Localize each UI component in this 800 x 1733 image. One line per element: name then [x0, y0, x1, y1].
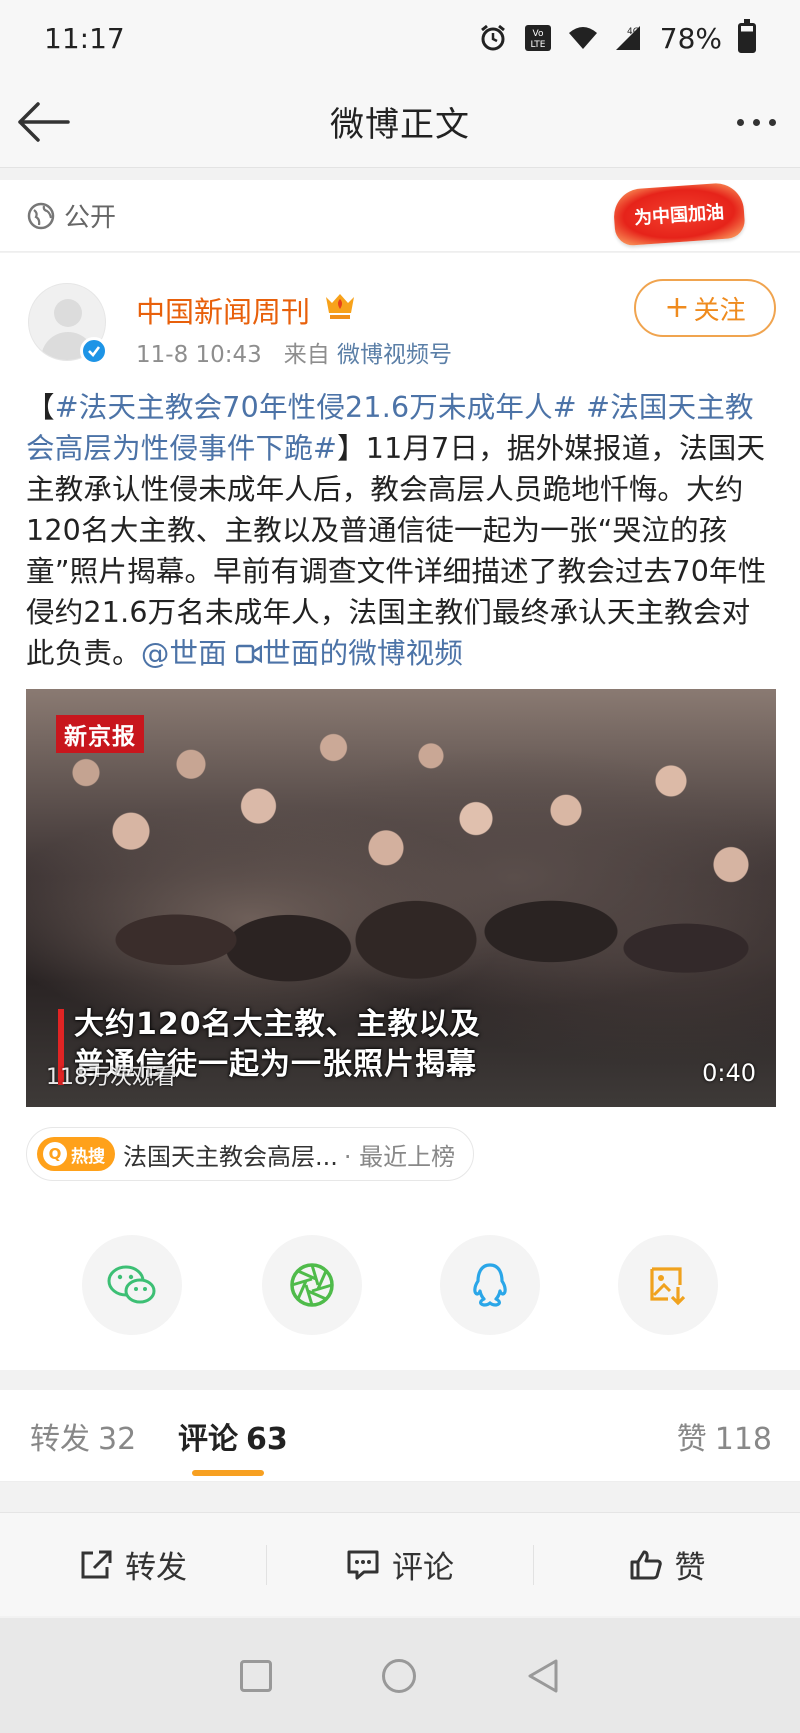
system-nav-bar	[0, 1618, 800, 1733]
share-row	[0, 1235, 800, 1335]
wifi-icon	[568, 25, 598, 51]
video-duration: 0:40	[702, 1059, 756, 1087]
hot-search-badge-label: 热搜	[71, 1146, 105, 1167]
author-name[interactable]: 中国新闻周刊	[136, 289, 310, 331]
video-player[interactable]: 新京报 大约120名大主教、主教以及 普通信徒一起为一张照片揭幕 118万次观看…	[26, 689, 776, 1107]
repost-label: 转发	[125, 1550, 187, 1586]
like-button[interactable]: 赞	[533, 1544, 800, 1586]
tab-repost-count: 32	[98, 1422, 137, 1457]
post-date: 11-8 10:43	[136, 342, 262, 368]
save-image-icon	[650, 1267, 686, 1306]
back-button[interactable]	[16, 96, 76, 148]
source-prefix: 来自	[283, 342, 330, 368]
bottom-action-bar: 转发 评论 赞	[0, 1512, 800, 1616]
campaign-badge[interactable]: 为中国加油	[612, 181, 746, 247]
like-label: 赞	[674, 1550, 706, 1586]
mention-link[interactable]: @世面	[141, 637, 227, 670]
video-watermark: 新京报	[56, 715, 144, 753]
wechat-icon	[107, 1265, 156, 1304]
comment-button[interactable]: 评论	[266, 1544, 533, 1586]
signal-icon: 4G	[614, 24, 644, 52]
video-link-label: 世面的微博视频	[262, 637, 464, 670]
home-icon[interactable]	[382, 1658, 416, 1693]
campaign-badge-text: 为中国加油	[633, 201, 725, 230]
battery-icon	[738, 19, 756, 53]
search-icon: Q	[43, 1142, 67, 1166]
share-moments-button[interactable]	[262, 1235, 362, 1335]
visibility-row: 公开 为中国加油	[0, 180, 800, 252]
status-time: 11:17	[44, 21, 125, 55]
recents-icon[interactable]	[240, 1659, 272, 1692]
repost-icon	[81, 1550, 112, 1578]
svg-text:LTE: LTE	[530, 40, 545, 50]
plus-icon: +	[664, 290, 690, 325]
post-body-text: 】11月7日，据外媒报道，法国天主教承认性侵未成年人后，教会高层人员跪地忏悔。大…	[26, 432, 767, 670]
top-app-bar: 微博正文	[0, 76, 800, 168]
page-title: 微博正文	[330, 105, 470, 145]
tab-comments-label: 评论	[178, 1422, 238, 1457]
hot-search-text: 法国天主教会高层...	[123, 1142, 338, 1171]
repost-button[interactable]: 转发	[0, 1545, 266, 1586]
comment-label: 评论	[392, 1550, 454, 1586]
bracket-open: 【	[26, 391, 55, 424]
tab-likes-count: 118	[714, 1422, 772, 1457]
verified-icon	[80, 337, 108, 365]
comment-icon	[347, 1550, 379, 1579]
video-link[interactable]: 世面的微博视频	[235, 637, 464, 670]
globe-icon	[27, 202, 55, 229]
status-bar: 11:17 Vo LTE 4G 78%	[0, 0, 800, 76]
post-body: 【#法天主教会70年性侵21.6万未成年人# #法国天主教会高层为性侵事件下跪#…	[26, 387, 776, 674]
post-source[interactable]: 微博视频号	[337, 342, 452, 368]
alarm-icon	[478, 23, 508, 53]
tab-likes[interactable]: 赞 118	[677, 1414, 772, 1458]
status-icons: Vo LTE 4G 78%	[478, 19, 756, 55]
hot-search-chip[interactable]: Q 热搜 法国天主教会高层... · 最近上榜	[26, 1127, 475, 1181]
save-image-button[interactable]	[618, 1235, 718, 1335]
svg-text:4G: 4G	[627, 27, 640, 37]
arrow-left-icon	[18, 102, 70, 142]
thumbs-up-icon	[630, 1550, 662, 1579]
back-triangle-icon[interactable]	[526, 1658, 560, 1694]
tab-repost[interactable]: 转发 32	[30, 1414, 136, 1458]
visibility-label: 公开	[64, 203, 117, 233]
volte-icon: Vo LTE	[524, 24, 552, 52]
qq-icon	[473, 1263, 507, 1307]
video-views: 118万次观看	[46, 1065, 176, 1090]
member-badge-icon	[326, 294, 354, 319]
hot-search-suffix: · 最近上榜	[343, 1142, 456, 1171]
tab-comments[interactable]: 评论 63	[178, 1414, 288, 1458]
video-icon	[235, 644, 263, 664]
battery-percent: 78%	[659, 21, 722, 55]
hashtag-link[interactable]: #法天主教会70年性侵21.6万未成年人#	[55, 391, 577, 424]
follow-button[interactable]: + 关注	[634, 279, 776, 337]
share-wechat-button[interactable]	[82, 1235, 182, 1335]
moments-icon	[290, 1263, 334, 1307]
active-tab-indicator	[192, 1470, 264, 1476]
interaction-tabs: 转发 32 评论 63 赞 118	[0, 1390, 800, 1482]
tab-repost-label: 转发	[30, 1422, 90, 1457]
tab-comments-count: 63	[246, 1422, 288, 1457]
tab-likes-label: 赞	[676, 1422, 707, 1457]
svg-text:Vo: Vo	[532, 29, 543, 39]
hot-search-badge: Q 热搜	[37, 1137, 115, 1171]
post-card: 中国新闻周刊 11-8 10:43 来自 微博视频号 + 关注 【#法天主教会7…	[0, 253, 800, 1370]
share-qq-button[interactable]	[440, 1235, 540, 1335]
post-meta: 11-8 10:43 来自 微博视频号	[136, 335, 452, 369]
follow-label: 关注	[693, 295, 746, 326]
caption-line-1: 大约120名大主教、主教以及	[74, 1007, 481, 1042]
more-options-icon[interactable]	[737, 98, 776, 146]
